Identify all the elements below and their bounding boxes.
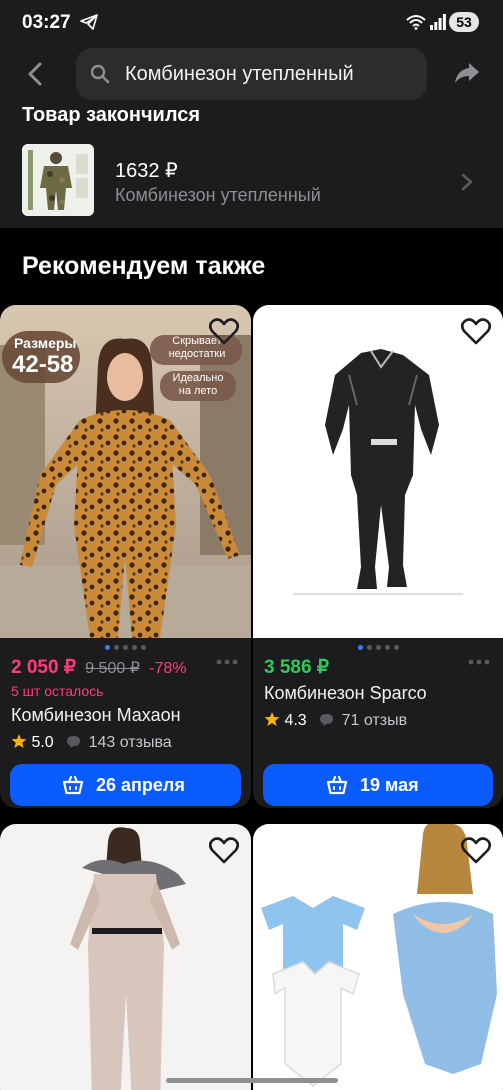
share-icon[interactable]: [452, 58, 482, 88]
battery-indicator: 53: [449, 12, 479, 32]
top-bar: Комбинезон утепленный: [0, 44, 503, 104]
reviews-count: 143 отзыва: [88, 734, 172, 751]
stock-left: 5 шт осталось: [11, 683, 104, 699]
more-options-icon[interactable]: [467, 658, 491, 666]
product-image[interactable]: [253, 824, 503, 1090]
more-options-icon[interactable]: [215, 658, 239, 666]
search-icon: [90, 64, 110, 84]
rating-value: 5.0: [31, 734, 54, 751]
signal-icon: [430, 14, 446, 30]
sizes-badge-value: 42-58: [12, 351, 74, 378]
favorite-heart-icon[interactable]: [461, 317, 491, 345]
delivery-date: 19 мая: [360, 775, 419, 795]
product-card-bodysuit[interactable]: [253, 824, 503, 1090]
product-card-mahaon[interactable]: Размеры 42-58 Скрывает недостатки Идеаль…: [0, 305, 251, 808]
order-price: 1632 ₽: [115, 160, 178, 182]
camo-suit-picture: [22, 144, 94, 216]
order-summary: Товар закончился 1632 ₽ Комбинезон утепл…: [0, 104, 503, 228]
summer-badge: Идеально на лето: [172, 372, 224, 397]
telegram-icon: [80, 14, 98, 30]
home-indicator[interactable]: [166, 1078, 338, 1083]
wifi-icon: [406, 15, 426, 30]
product-image[interactable]: [0, 824, 251, 1090]
sizes-badge-label: Размеры: [14, 335, 77, 351]
recommendations-panel: Рекомендуем также Размеры 42-58 Скрывает…: [0, 228, 503, 1090]
star-icon: [11, 734, 27, 748]
favorite-heart-icon[interactable]: [461, 836, 491, 864]
price-row: 3 586 ₽: [264, 656, 329, 679]
image-pagination-dots: [253, 645, 503, 650]
rating-row: 5.0 143 отзыва: [11, 733, 172, 752]
discount-badge: -78%: [149, 660, 187, 677]
rating-row: 4.3 71 отзыв: [264, 711, 407, 730]
order-product-image[interactable]: [22, 144, 94, 216]
order-product-name[interactable]: Комбинезон утепленный: [115, 185, 321, 206]
product-card-ski-suit[interactable]: [0, 824, 251, 1090]
product-name[interactable]: Комбинезон Махаон: [11, 705, 181, 726]
product-image[interactable]: [253, 305, 503, 638]
image-pagination-dots: [0, 645, 251, 650]
current-price: 3 586 ₽: [264, 657, 329, 678]
recommendations-title: Рекомендуем также: [22, 252, 266, 280]
product-name[interactable]: Комбинезон Sparco: [264, 683, 427, 704]
status-time: 03:27: [22, 12, 71, 33]
reviews-bubble-icon: [67, 736, 81, 748]
chevron-right-icon[interactable]: [460, 172, 474, 192]
price-row: 2 050 ₽ 9 500 ₽ -78%: [11, 656, 187, 679]
delivery-date: 26 апреля: [96, 775, 185, 795]
back-arrow-icon[interactable]: [22, 60, 50, 88]
add-to-cart-button[interactable]: 26 апреля: [10, 764, 241, 806]
reviews-count: 71 отзыв: [341, 712, 408, 729]
rating-value: 4.3: [284, 712, 307, 729]
search-input[interactable]: Комбинезон утепленный: [76, 48, 427, 100]
add-to-cart-button[interactable]: 19 мая: [263, 764, 493, 806]
sold-out-heading: Товар закончился: [22, 104, 201, 126]
search-query: Комбинезон утепленный: [125, 63, 354, 85]
basket-icon: [62, 775, 84, 795]
product-image[interactable]: Размеры 42-58 Скрывает недостатки Идеаль…: [0, 305, 251, 638]
basket-icon: [326, 775, 348, 795]
status-bar: 03:27 53: [0, 0, 503, 44]
reviews-bubble-icon: [320, 714, 334, 726]
favorite-heart-icon[interactable]: [209, 836, 239, 864]
product-card-sparco[interactable]: 3 586 ₽ Комбинезон Sparco 4.3 71 отзыв 1…: [253, 305, 503, 808]
race-suit-picture: [253, 305, 503, 638]
current-price: 2 050 ₽: [11, 657, 76, 678]
star-icon: [264, 712, 280, 726]
old-price: 9 500 ₽: [85, 660, 140, 677]
favorite-heart-icon[interactable]: [209, 317, 239, 345]
